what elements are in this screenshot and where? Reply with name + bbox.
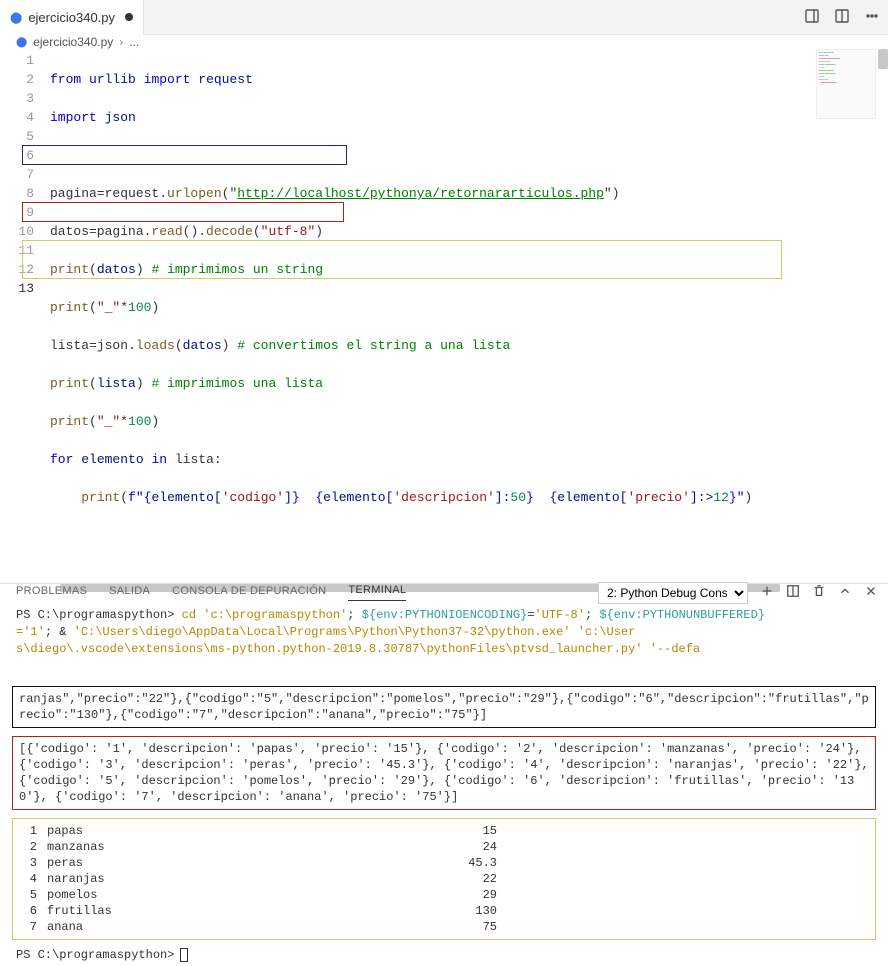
terminal-dropdown[interactable]: 2: Python Debug Consc bbox=[598, 582, 748, 604]
terminal-prompt[interactable]: PS C:\programaspython> bbox=[0, 948, 888, 966]
file-tab[interactable]: ⬤ ejercicio340.py bbox=[0, 0, 144, 35]
chevron-right-icon: › bbox=[119, 35, 123, 49]
code-editor[interactable]: 1 2 3 4 5 6 7 8 9 10 11 12 13 from urlli… bbox=[0, 49, 888, 583]
table-row: 5pomelos29 bbox=[19, 887, 869, 903]
breadcrumb[interactable]: ⬤ ejercicio340.py › ... bbox=[0, 35, 888, 49]
split-terminal-icon[interactable] bbox=[786, 584, 800, 601]
tab-terminal[interactable]: TERMINAL bbox=[348, 584, 406, 601]
breadcrumb-ellipsis: ... bbox=[129, 35, 139, 49]
kill-terminal-icon[interactable] bbox=[812, 584, 826, 601]
close-panel-icon[interactable] bbox=[864, 584, 878, 601]
output-json-string: ranjas","precio":"22"},{"codigo":"5","de… bbox=[12, 686, 876, 728]
cursor-icon bbox=[180, 948, 188, 962]
python-file-icon: ⬤ bbox=[16, 37, 27, 48]
open-preview-icon[interactable] bbox=[804, 8, 820, 27]
code-content[interactable]: from urllib import request import json p… bbox=[50, 49, 752, 583]
table-row: 6frutillas130 bbox=[19, 903, 869, 919]
vertical-scrollbar[interactable] bbox=[878, 49, 888, 69]
python-file-icon: ⬤ bbox=[10, 11, 22, 24]
more-actions-icon[interactable] bbox=[864, 8, 880, 27]
maximize-panel-icon[interactable] bbox=[838, 584, 852, 601]
tab-output[interactable]: SALIDA bbox=[109, 585, 150, 601]
unsaved-dot-icon bbox=[125, 13, 133, 21]
terminal-output[interactable]: PS C:\programaspython> cd 'c:\programasp… bbox=[0, 601, 888, 660]
line-gutter: 1 2 3 4 5 6 7 8 9 10 11 12 13 bbox=[0, 49, 50, 583]
minimap[interactable]: xxxx xxxxx xxxxxxxxxx xxxx xxxxxxxxxxxxx… bbox=[816, 49, 876, 119]
breadcrumb-file: ejercicio340.py bbox=[33, 35, 113, 49]
program-output: ranjas","precio":"22"},{"codigo":"5","de… bbox=[0, 680, 888, 948]
split-editor-icon[interactable] bbox=[834, 8, 850, 27]
output-formatted-table: 1papas152manzanas243peras45.34naranjas22… bbox=[12, 818, 876, 940]
tab-problems[interactable]: PROBLEMAS bbox=[16, 585, 87, 601]
panel-tabs: PROBLEMAS SALIDA CONSOLA DE DEPURACIÓN T… bbox=[0, 583, 888, 601]
table-row: 4naranjas22 bbox=[19, 871, 869, 887]
new-terminal-icon[interactable] bbox=[760, 584, 774, 601]
tab-debug-console[interactable]: CONSOLA DE DEPURACIÓN bbox=[172, 585, 326, 601]
editor-actions bbox=[804, 8, 880, 27]
table-row: 7anana75 bbox=[19, 919, 869, 935]
output-python-list: [{'codigo': '1', 'descripcion': 'papas',… bbox=[12, 736, 876, 810]
file-tab-label: ejercicio340.py bbox=[28, 10, 115, 25]
editor-tabbar: ⬤ ejercicio340.py bbox=[0, 0, 888, 35]
table-row: 2manzanas24 bbox=[19, 839, 869, 855]
table-row: 3peras45.3 bbox=[19, 855, 869, 871]
table-row: 1papas15 bbox=[19, 823, 869, 839]
